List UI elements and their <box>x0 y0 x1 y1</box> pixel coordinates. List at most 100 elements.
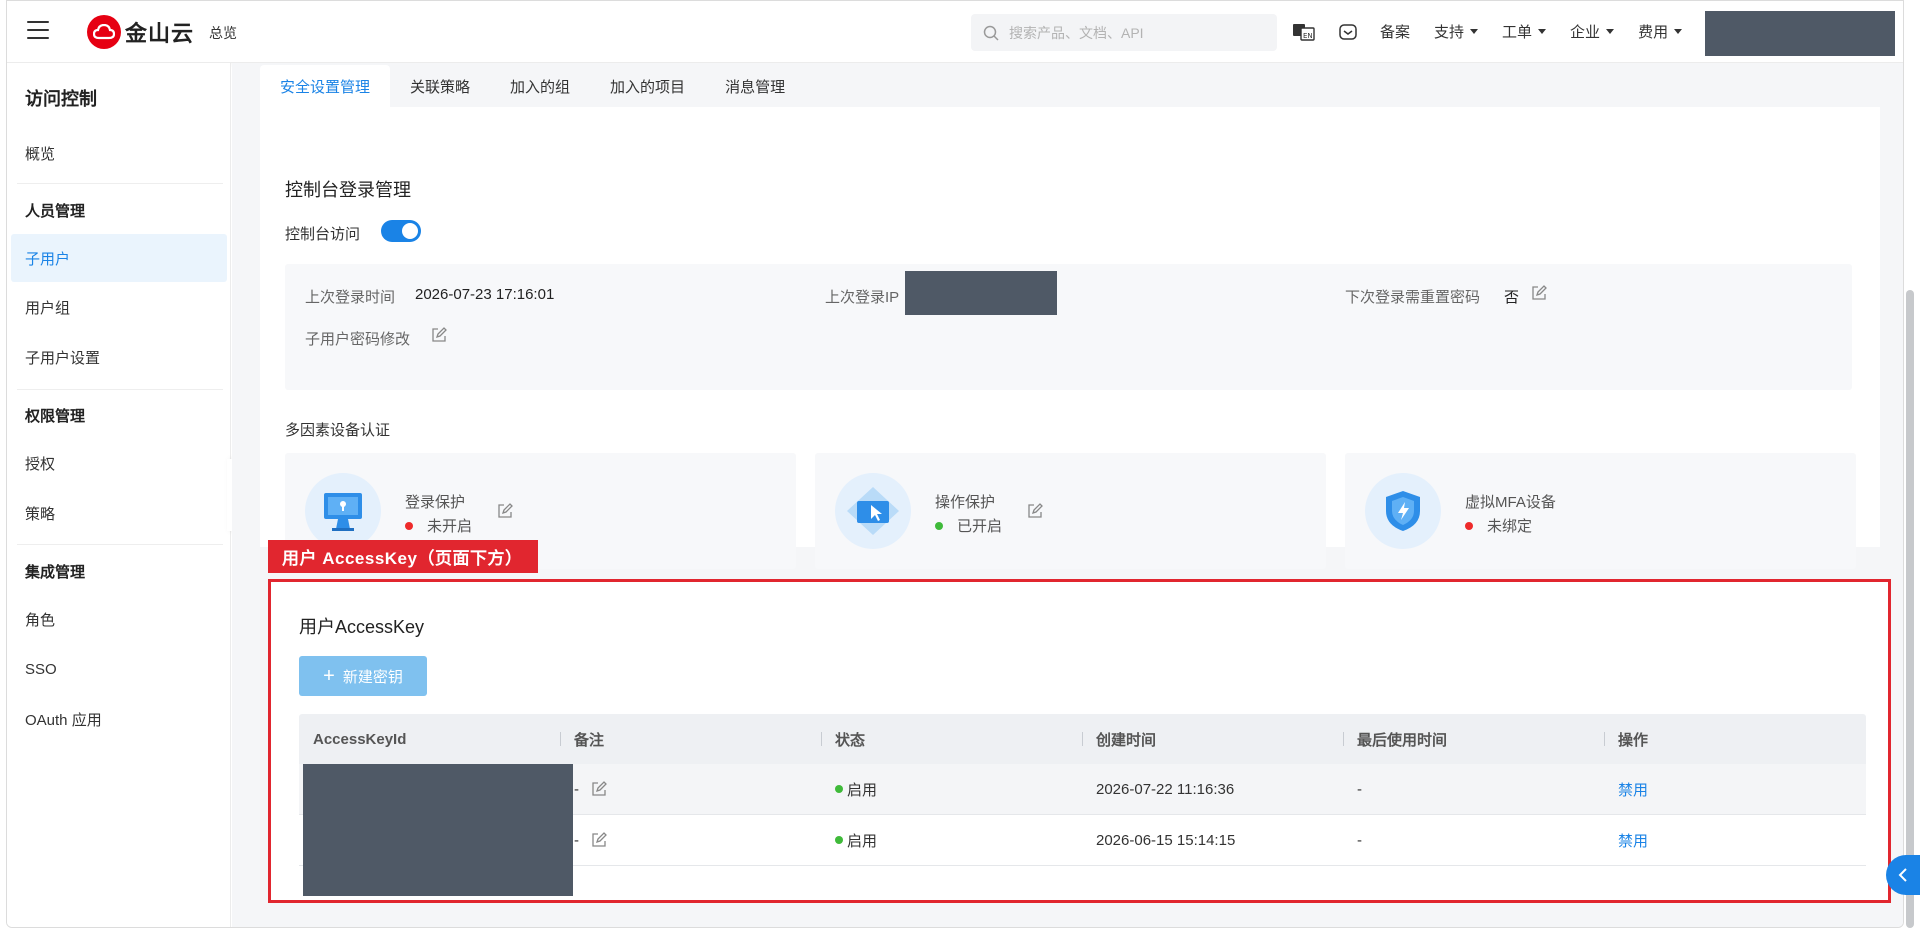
last-login-time-value: 2026-07-23 17:16:01 <box>415 286 555 303</box>
col-accesskeyid: AccessKeyId <box>313 730 407 748</box>
accesskey-title: 用户AccessKey <box>299 617 425 637</box>
col-last-used: 最后使用时间 <box>1343 714 1604 764</box>
caret-down-icon <box>1606 29 1615 34</box>
status-dot-red <box>405 521 413 530</box>
edit-icon[interactable] <box>591 832 607 848</box>
cell-last-used: - <box>1357 831 1362 849</box>
col-remark: 备注 <box>560 714 821 764</box>
console-login-title: 控制台登录管理 <box>285 180 411 200</box>
cell-remark: - <box>560 781 821 798</box>
remark-text: - <box>574 831 579 849</box>
mfa-name: 操作保护 <box>935 494 996 511</box>
sidebar-item-policy[interactable]: 策略 <box>11 489 227 537</box>
cell-last-used: - <box>1357 780 1362 798</box>
status-dot-green <box>835 785 843 793</box>
mfa-status-text: 已开启 <box>957 518 1003 535</box>
cell-status: 启用 <box>821 830 1082 851</box>
sidebar-item-role[interactable]: 角色 <box>11 595 227 643</box>
sidebar-item-sso[interactable]: SSO <box>11 645 227 693</box>
subuser-password-change-label: 子用户密码修改 <box>305 331 411 348</box>
last-login-time-label: 上次登录时间 <box>305 289 396 306</box>
chevron-left-icon <box>1898 868 1907 882</box>
tab-message-management[interactable]: 消息管理 <box>705 65 805 107</box>
caret-down-icon <box>1470 29 1479 34</box>
sidebar: 访问控制 概览 人员管理 子用户 用户组 子用户设置 权限管理 授权 策略 集成… <box>7 63 231 927</box>
new-key-button-label: 新建密钥 <box>342 668 403 686</box>
svg-text:EN: EN <box>1303 32 1313 40</box>
status-text: 启用 <box>847 781 878 799</box>
edit-icon[interactable] <box>497 503 513 519</box>
annotation-label: 用户 AccessKey（页面下方） <box>268 540 539 573</box>
console-access-toggle[interactable] <box>381 220 421 242</box>
cell-status: 启用 <box>821 779 1082 800</box>
nav-support-label: 支持 <box>1434 24 1465 41</box>
sidebar-item-subuser[interactable]: 子用户 <box>11 234 227 282</box>
tab-bar: 安全设置管理 关联策略 加入的组 加入的项目 消息管理 <box>260 65 805 109</box>
sidebar-group-permission: 权限管理 <box>25 408 86 425</box>
tab-security-settings[interactable]: 安全设置管理 <box>260 65 391 107</box>
nav-enterprise[interactable]: 企业 <box>1570 21 1615 42</box>
nav-support[interactable]: 支持 <box>1434 21 1479 42</box>
overview-link[interactable]: 总览 <box>209 23 237 43</box>
sidebar-divider <box>17 389 223 390</box>
nav-billing[interactable]: 费用 <box>1638 21 1683 42</box>
account-redacted[interactable] <box>1705 11 1895 56</box>
mfa-card-operation-protection: 操作保护 已开启 <box>815 453 1326 569</box>
sidebar-item-authorize[interactable]: 授权 <box>11 439 227 487</box>
top-navbar: 金山云 总览 EN 备案 支持 工单 企业 费用 <box>7 1 1903 63</box>
shield-icon <box>1365 473 1441 549</box>
sidebar-title: 访问控制 <box>25 89 97 109</box>
menu-icon[interactable] <box>27 21 49 39</box>
sidebar-item-usergroup[interactable]: 用户组 <box>11 283 227 331</box>
security-settings-card: 控制台登录管理 控制台访问 上次登录时间 2026-07-23 17:16:01… <box>260 107 1880 569</box>
tab-joined-projects[interactable]: 加入的项目 <box>590 65 705 107</box>
last-login-ip-label: 上次登录IP <box>825 289 900 306</box>
sidebar-item-oauth[interactable]: OAuth 应用 <box>11 695 227 743</box>
search-input[interactable] <box>1009 24 1249 41</box>
cell-remark: - <box>560 832 821 849</box>
tab-joined-groups[interactable]: 加入的组 <box>490 65 590 107</box>
message-icon[interactable] <box>1336 22 1360 42</box>
mfa-status: 已开启 <box>935 515 1002 536</box>
nav-filing[interactable]: 备案 <box>1380 21 1410 42</box>
brand-logo[interactable]: 金山云 <box>87 15 194 49</box>
cursor-diamond-icon <box>835 473 911 549</box>
scrollbar[interactable] <box>1906 290 1914 928</box>
language-icon[interactable]: EN <box>1292 22 1316 42</box>
nav-ticket[interactable]: 工单 <box>1502 21 1547 42</box>
plus-icon: + <box>323 665 335 687</box>
cell-created: 2026-06-15 15:14:15 <box>1096 831 1236 849</box>
disable-link[interactable]: 禁用 <box>1604 830 1866 851</box>
mfa-title: 多因素设备认证 <box>285 422 391 439</box>
edit-icon[interactable] <box>431 327 447 343</box>
col-status: 状态 <box>821 714 1082 764</box>
mfa-status-text: 未开启 <box>427 518 473 535</box>
nav-billing-label: 费用 <box>1638 24 1669 41</box>
accesskeyid-redacted <box>303 764 573 896</box>
tab-linked-policies[interactable]: 关联策略 <box>390 65 490 107</box>
status-text: 启用 <box>847 832 878 850</box>
search-icon <box>983 25 999 41</box>
floating-collapse-button[interactable] <box>1886 855 1920 895</box>
sidebar-item-overview[interactable]: 概览 <box>11 129 227 177</box>
ip-redacted <box>905 271 1057 315</box>
mfa-card-virtual-mfa: 虚拟MFA设备 未绑定 <box>1345 453 1856 569</box>
top-nav: EN 备案 支持 工单 企业 费用 <box>1292 21 1706 42</box>
mfa-status-text: 未绑定 <box>1487 518 1533 535</box>
edit-icon[interactable] <box>1531 285 1547 301</box>
caret-down-icon <box>1538 29 1547 34</box>
logo-text: 金山云 <box>125 21 195 46</box>
search-box[interactable] <box>971 14 1277 51</box>
mfa-name: 虚拟MFA设备 <box>1465 494 1556 511</box>
edit-icon[interactable] <box>1027 503 1043 519</box>
cell-created: 2026-07-22 11:16:36 <box>1096 780 1235 798</box>
sidebar-item-subuser-settings[interactable]: 子用户设置 <box>11 333 227 381</box>
new-key-button[interactable]: + 新建密钥 <box>299 656 427 696</box>
edit-icon[interactable] <box>591 781 607 797</box>
sidebar-divider <box>17 544 223 545</box>
mfa-name: 登录保护 <box>405 494 466 511</box>
login-info-panel: 上次登录时间 2026-07-23 17:16:01 上次登录IP 下次登录需重… <box>285 264 1852 390</box>
col-action: 操作 <box>1604 714 1866 764</box>
reset-password-value: 否 <box>1504 289 1520 306</box>
disable-link[interactable]: 禁用 <box>1604 779 1866 800</box>
